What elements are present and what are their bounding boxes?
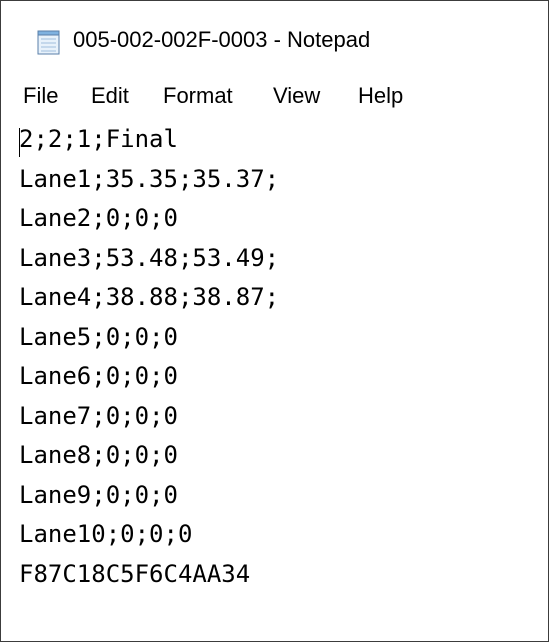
text-line-6: Lane5;0;0;0 [19, 323, 178, 351]
menu-format[interactable]: Format [163, 83, 233, 109]
text-editor[interactable]: 2;2;1;Final Lane1;35.35;35.37; Lane2;0;0… [1, 119, 548, 641]
text-line-7: Lane6;0;0;0 [19, 362, 178, 390]
text-line-1: 2;2;1;Final [19, 125, 178, 153]
text-line-11: Lane10;0;0;0 [19, 520, 193, 548]
text-line-4: Lane3;53.48;53.49; [19, 244, 280, 272]
notepad-window: 005-002-002F-0003 - Notepad File Edit Fo… [0, 0, 549, 642]
text-line-3: Lane2;0;0;0 [19, 204, 178, 232]
menu-file[interactable]: File [23, 83, 58, 109]
menu-edit[interactable]: Edit [91, 83, 129, 109]
text-line-9: Lane8;0;0;0 [19, 441, 178, 469]
window-title: 005-002-002F-0003 - Notepad [73, 27, 371, 52]
notepad-icon [37, 30, 60, 55]
title-bar[interactable]: 005-002-002F-0003 - Notepad [1, 1, 548, 71]
text-line-12: F87C18C5F6C4AA34 [19, 560, 251, 588]
text-line-2: Lane1;35.35;35.37; [19, 165, 280, 193]
text-line-10: Lane9;0;0;0 [19, 481, 178, 509]
text-line-5: Lane4;38.88;38.87; [19, 283, 280, 311]
text-line-8: Lane7;0;0;0 [19, 402, 178, 430]
menu-bar: File Edit Format View Help [1, 79, 548, 113]
text-caret [19, 128, 20, 157]
menu-view[interactable]: View [273, 83, 320, 109]
menu-help[interactable]: Help [358, 83, 403, 109]
